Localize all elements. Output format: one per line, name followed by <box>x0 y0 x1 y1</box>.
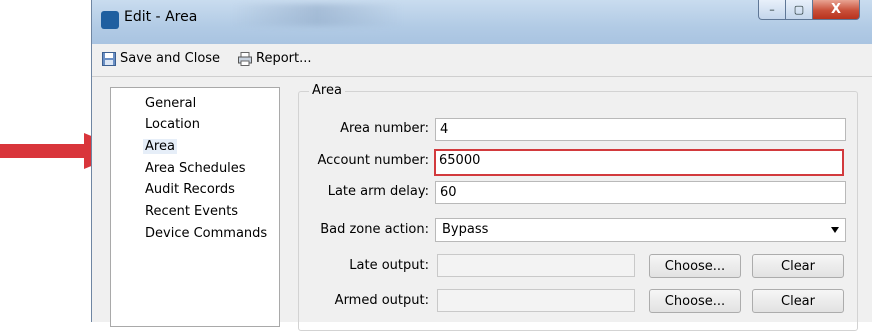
printer-icon <box>238 51 252 66</box>
app-icon <box>101 11 119 29</box>
bad-zone-action-value: Bypass <box>442 222 489 237</box>
content-area: General Location Area Area Schedules Aud… <box>92 77 872 331</box>
area-number-label: Area number: <box>340 121 429 136</box>
redacted-title-text <box>232 4 402 26</box>
save-and-close-label: Save and Close <box>120 51 221 66</box>
minimize-icon: – <box>769 3 775 16</box>
chevron-down-icon <box>831 227 839 233</box>
report-button[interactable]: Report... <box>238 51 312 66</box>
late-arm-delay-field[interactable]: 60 <box>435 181 846 204</box>
armed-output-choose-button[interactable]: Choose... <box>649 289 741 313</box>
window-controls: – ▢ X <box>758 0 860 22</box>
nav-item-location[interactable]: Location <box>145 117 200 132</box>
maximize-button[interactable]: ▢ <box>786 0 813 20</box>
nav-item-general[interactable]: General <box>145 96 196 111</box>
nav-item-recent-events[interactable]: Recent Events <box>145 204 238 219</box>
late-arm-delay-label: Late arm delay: <box>327 184 429 199</box>
edit-area-window: Edit - Area – ▢ X Save and Close Report.… <box>91 0 872 331</box>
window-title: Edit - Area <box>124 9 198 25</box>
late-output-label: Late output: <box>349 258 429 273</box>
bad-zone-action-select[interactable]: Bypass <box>435 218 846 242</box>
bad-zone-action-label: Bad zone action: <box>320 222 429 237</box>
late-output-clear-button[interactable]: Clear <box>752 254 844 278</box>
account-number-label: Account number: <box>317 153 429 168</box>
save-icon <box>102 51 116 66</box>
armed-output-field[interactable] <box>437 289 635 312</box>
minimize-button[interactable]: – <box>758 0 786 20</box>
toolbar: Save and Close Report... <box>92 44 872 77</box>
late-output-field[interactable] <box>437 254 635 277</box>
area-group-title: Area <box>309 83 345 98</box>
report-label: Report... <box>256 51 312 66</box>
account-number-field[interactable]: 65000 <box>434 149 844 176</box>
close-icon: X <box>830 2 842 17</box>
armed-output-label: Armed output: <box>334 293 429 308</box>
armed-output-clear-button[interactable]: Clear <box>752 289 844 313</box>
area-number-field[interactable]: 4 <box>435 118 846 141</box>
maximize-icon: ▢ <box>793 3 805 16</box>
nav-item-audit-records[interactable]: Audit Records <box>145 182 235 197</box>
save-and-close-button[interactable]: Save and Close <box>102 51 220 66</box>
late-output-choose-button[interactable]: Choose... <box>649 254 741 278</box>
close-button[interactable]: X <box>813 0 860 20</box>
title-bar[interactable]: Edit - Area – ▢ X <box>92 0 872 44</box>
nav-item-area[interactable]: Area <box>143 139 177 154</box>
